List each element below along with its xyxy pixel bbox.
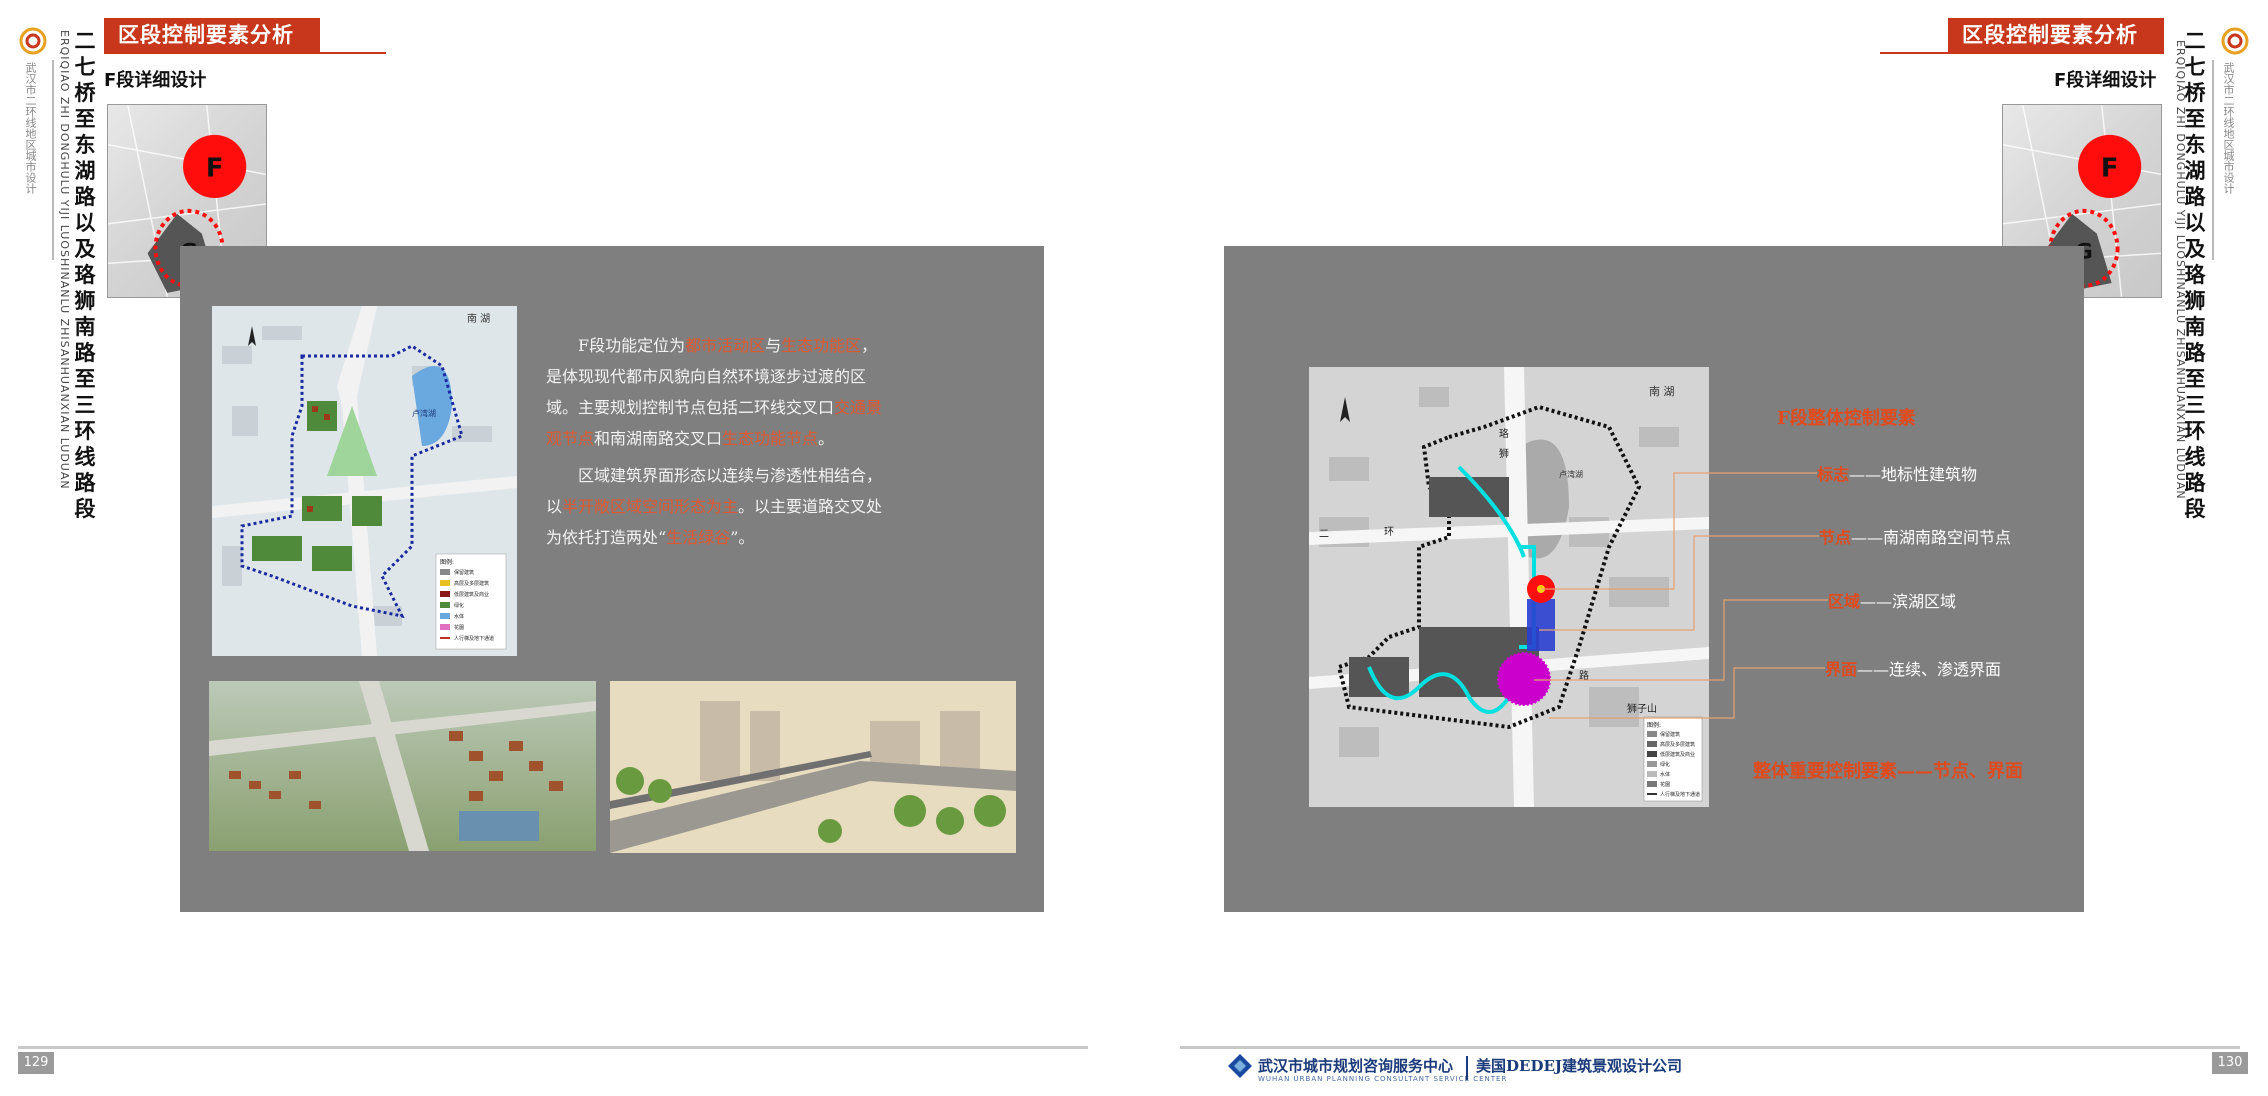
control-item-sep: —— <box>1849 465 1882 484</box>
plan-legend-item: 低层建筑及商业 <box>454 591 489 598</box>
plan-legend-item: 人行梯及地下通道 <box>454 635 494 642</box>
footer-org-cn: 武汉市城市规划咨询服务中心 <box>1258 1057 1454 1075</box>
section-title: F段详细设计 <box>2054 70 2157 91</box>
right-page: 区段控制要素分析 F段详细设计 二七桥至东湖路以及珞狮南路至三环线路段 ERQI… <box>1134 0 2268 1096</box>
header-tab: 区段控制要素分析 <box>1948 18 2164 52</box>
footer-line <box>1180 1046 2240 1049</box>
control-elements-map: 图例: 保留建筑 高层及多层建筑 低层建筑及商业 绿化 水体 花園 人行梯及地下… <box>1309 367 1709 807</box>
control-title: F段整体控制要素 <box>1777 408 1916 429</box>
control-item-sep: —— <box>1860 592 1893 611</box>
plan-label-lake: 南 湖 <box>467 312 490 325</box>
detail-plan-map: 图例: 保留建筑 高层及多层建筑 低层建筑及商业 绿化 水体 花園 人行梯及地下… <box>212 306 517 656</box>
plan-legend-item: 保留建筑 <box>454 569 474 576</box>
body-text-segment: 和南湖南路交叉口 <box>594 429 723 448</box>
plan-legend-title: 图例: <box>440 558 454 566</box>
control-item: 区域——滨湖区域 <box>1828 588 1956 612</box>
plan-label-bay: 卢湾湖 <box>412 408 436 418</box>
control-item-key: 区域 <box>1828 592 1861 611</box>
side-title-en: ERQIQIAO ZHI DONGHULU YIJI LUOSHINANLU Z… <box>2174 40 2187 500</box>
highlight-text: 都市活动区 <box>685 336 766 355</box>
control-legend-item: 低层建筑及商业 <box>1660 751 1695 758</box>
page-number: 130 <box>2212 1052 2248 1074</box>
control-legend-item: 保留建筑 <box>1660 731 1680 738</box>
highlight-text: 生活绿谷 <box>666 528 731 547</box>
control-map-label-ring2: 环 <box>1384 527 1394 538</box>
control-item-sep: —— <box>1851 528 1884 547</box>
control-summary: 整体重要控制要素——节点、界面 <box>1753 761 2023 782</box>
body-text-segment: 与 <box>765 336 782 355</box>
keymap-label-f: F <box>206 153 224 183</box>
footer-separator <box>1466 1056 1468 1080</box>
body-text-segment: 。 <box>818 429 835 448</box>
control-item-value: 滨湖区域 <box>1892 592 1957 611</box>
keymap-label-f: F <box>2101 153 2119 183</box>
control-item-key: 标志 <box>1817 465 1850 484</box>
control-item-sep: —— <box>1857 660 1890 679</box>
control-item-value: 连续、渗透界面 <box>1889 660 2002 679</box>
body-text-segment: ”。 <box>730 528 755 547</box>
plan-legend-item: 花園 <box>454 624 464 631</box>
highlight-text: 生态功能区 <box>781 336 862 355</box>
header-tab: 区段控制要素分析 <box>104 18 320 52</box>
control-map-label-road3: 路 <box>1579 669 1589 682</box>
footer-line <box>18 1046 1088 1049</box>
aerial-rendering-image <box>209 681 596 851</box>
control-item-key: 节点 <box>1819 528 1852 547</box>
control-legend-item: 水体 <box>1660 771 1670 778</box>
side-rule <box>52 60 54 260</box>
section-title: F段详细设计 <box>104 70 207 91</box>
control-item: 标志——地标性建筑物 <box>1817 461 1977 485</box>
control-map-label-ring1: 二 <box>1319 529 1329 540</box>
street-rendering-image <box>610 681 1016 853</box>
paragraph-function: F段功能定位为都市活动区与生态功能区，是体现现代都市风貌向自然环境逐步过渡的区域… <box>546 330 890 454</box>
highlight-text: 生态功能节点 <box>722 429 819 448</box>
control-map-label-hill: 狮子山 <box>1627 702 1657 715</box>
body-text-segment: F段功能定位为 <box>578 336 686 355</box>
spiral-logo-icon <box>19 27 47 55</box>
org-logo-icon <box>1228 1054 1252 1078</box>
page-number: 129 <box>18 1052 54 1074</box>
header-line <box>104 52 386 54</box>
control-map-label-road2: 狮 <box>1499 447 1509 460</box>
spiral-logo-icon <box>2221 27 2249 55</box>
header-line <box>1880 52 2164 54</box>
control-legend-title: 图例: <box>1647 721 1661 729</box>
highlight-text: 半开敞区域空间形态为主 <box>562 497 739 516</box>
side-rule <box>2212 60 2214 260</box>
left-page: 武汉市二环线地区城市设计 ERQIQIAO ZHI DONGHULU YIJI … <box>0 0 1134 1096</box>
control-item-value: 南湖南路空间节点 <box>1883 528 2012 547</box>
control-legend-item: 花園 <box>1660 781 1670 788</box>
control-item-value: 地标性建筑物 <box>1881 465 1978 484</box>
plan-legend-item: 水体 <box>454 613 464 620</box>
side-title-en: ERQIQIAO ZHI DONGHULU YIJI LUOSHINANLU Z… <box>58 30 71 490</box>
control-item-key: 界面 <box>1825 660 1858 679</box>
control-legend-item: 人行梯及地下通道 <box>1660 791 1700 798</box>
control-item: 节点——南湖南路空间节点 <box>1819 524 2011 548</box>
control-map-label-bay: 卢湾湖 <box>1559 469 1583 479</box>
footer-org-en: WUHAN URBAN PLANNING CONSULTANT SERVICE … <box>1258 1075 1508 1083</box>
plan-legend-item: 高层及多层建筑 <box>454 580 489 587</box>
side-org-text: 武汉市二环线地区城市设计 <box>2222 62 2235 194</box>
plan-legend-item: 绿化 <box>454 602 464 609</box>
description-text: F段功能定位为都市活动区与生态功能区，是体现现代都市风貌向自然环境逐步过渡的区域… <box>546 330 890 559</box>
footer-partner: 美国DEDEJ建筑景观设计公司 <box>1476 1057 1682 1075</box>
side-title-cn: 二七桥至东湖路以及珞狮南路至三环线路段 <box>74 28 96 521</box>
control-item: 界面——连续、渗透界面 <box>1825 656 2001 680</box>
paragraph-form: 区域建筑界面形态以连续与渗透性相结合，以半开敞区域空间形态为主。以主要道路交叉处… <box>546 460 890 553</box>
control-map-label-lake: 南 湖 <box>1649 385 1675 398</box>
side-org-text: 武汉市二环线地区城市设计 <box>24 62 37 194</box>
control-legend-item: 高层及多层建筑 <box>1660 741 1695 748</box>
control-legend-item: 绿化 <box>1660 761 1670 768</box>
control-map-label-road1: 珞 <box>1499 427 1509 440</box>
